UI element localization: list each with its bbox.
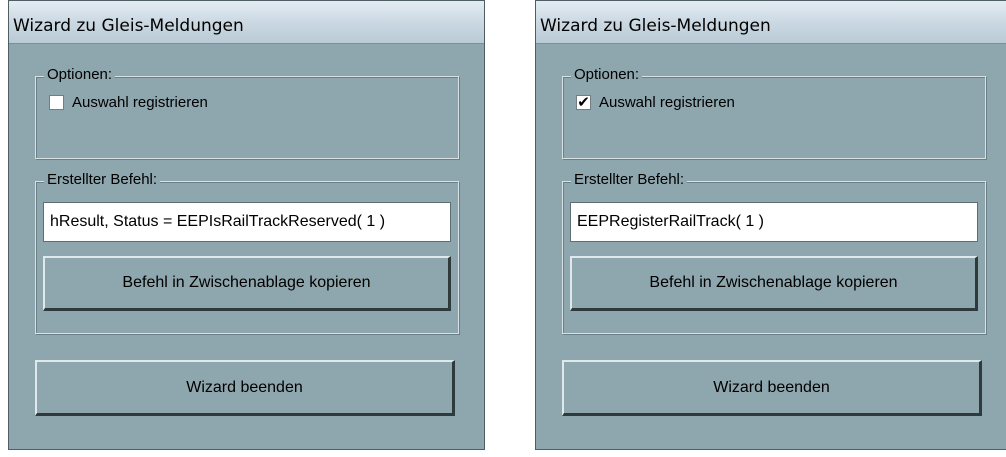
command-group: Erstellter Befehl: Befehl in Zwischenabl…	[562, 171, 986, 334]
finish-wizard-button[interactable]: Wizard beenden	[562, 360, 982, 416]
register-selection-label[interactable]: Auswahl registrieren	[599, 94, 735, 111]
options-group: Optionen: Auswahl registrieren	[35, 66, 459, 159]
command-group: Erstellter Befehl: Befehl in Zwischenabl…	[35, 171, 459, 334]
command-legend: Erstellter Befehl:	[571, 171, 688, 188]
command-field[interactable]	[570, 202, 978, 242]
title-bar[interactable]: Wizard zu Gleis-Meldungen	[9, 1, 484, 44]
title-bar[interactable]: Wizard zu Gleis-Meldungen	[536, 1, 1006, 44]
register-selection-label[interactable]: Auswahl registrieren	[72, 94, 208, 111]
command-legend: Erstellter Befehl:	[44, 171, 161, 188]
register-selection-checkbox[interactable]	[49, 95, 64, 110]
copy-to-clipboard-button[interactable]: Befehl in Zwischenablage kopieren	[43, 256, 451, 311]
options-legend: Optionen:	[44, 66, 116, 83]
window-title: Wizard zu Gleis-Meldungen	[13, 16, 244, 36]
options-group: Optionen: ✔ Auswahl registrieren	[562, 66, 986, 159]
options-legend: Optionen:	[571, 66, 643, 83]
finish-wizard-button[interactable]: Wizard beenden	[35, 360, 455, 416]
wizard-window-checked: Wizard zu Gleis-Meldungen Optionen: ✔ Au…	[535, 0, 1006, 450]
window-title: Wizard zu Gleis-Meldungen	[540, 16, 771, 36]
command-field[interactable]	[43, 202, 451, 242]
register-selection-checkbox[interactable]: ✔	[576, 95, 591, 110]
wizard-window-unchecked: Wizard zu Gleis-Meldungen Optionen: Ausw…	[8, 0, 485, 450]
copy-to-clipboard-button[interactable]: Befehl in Zwischenablage kopieren	[570, 256, 978, 311]
